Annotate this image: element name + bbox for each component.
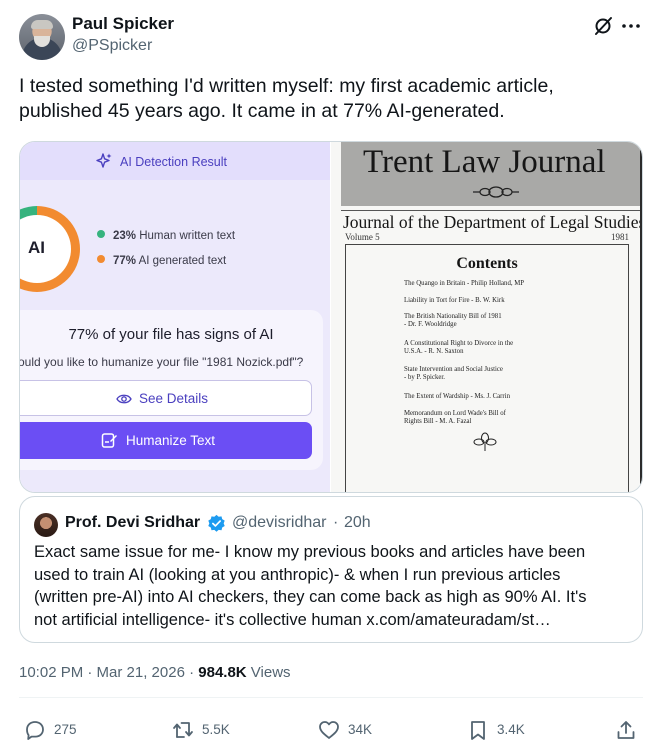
- tweet-media[interactable]: AI Detection Result AI 23% Human written…: [19, 141, 643, 493]
- contents-item-line: Liability in Tort for Fire - B. W. Kirk: [404, 297, 505, 304]
- scan-edge: [640, 142, 642, 492]
- masthead-ornament: [473, 186, 519, 198]
- quoted-author-handle: @devisridhar: [232, 514, 327, 531]
- ai-detection-screenshot[interactable]: AI Detection Result AI 23% Human written…: [20, 142, 330, 492]
- ai-detection-title: AI Detection Result: [120, 155, 227, 169]
- divider: [19, 697, 643, 698]
- contents-item: A Constitutional Right to Divorce in the…: [404, 340, 513, 356]
- legend-generated: 77% AI generated text: [97, 255, 226, 267]
- repost-count: 5.5K: [202, 722, 230, 737]
- tweet-timestamp[interactable]: 10:02 PM · Mar 21, 2026 ·: [19, 664, 198, 681]
- contents-item-line: A Constitutional Right to Divorce in the: [404, 340, 514, 347]
- journal-title: Trent Law Journal: [363, 144, 606, 180]
- contents-item-line: The Quango in Britain - Philip Holland, …: [404, 280, 525, 287]
- contents-item: Memorandum on Lord Wade's Bill of Rights…: [404, 410, 506, 426]
- quoted-timestamp: 20h: [344, 514, 371, 531]
- quoted-text: Exact same issue for me- I know my previ…: [34, 541, 634, 631]
- journal-rule: [341, 210, 641, 211]
- reply-icon: [26, 721, 44, 740]
- contents-item-line: The British Nationality Bill of 1981: [404, 313, 502, 320]
- legend-human-percent: 23%: [113, 230, 137, 242]
- sparkle-icon: [96, 153, 112, 168]
- contents-item-line: - Dr. F. Wooldridge: [404, 321, 457, 328]
- contents-item-line: U.S.A. - R. N. Saxton: [404, 348, 464, 355]
- contents-item: State Intervention and Social Justice - …: [404, 366, 503, 382]
- quoted-separator: ·: [333, 514, 339, 531]
- like-count: 34K: [348, 722, 373, 737]
- share-icon: [617, 721, 635, 739]
- legend-generated-percent: 77%: [113, 255, 137, 267]
- contents-ornament: [473, 432, 497, 451]
- quoted-author-name: Prof. Devi Sridhar: [65, 514, 201, 531]
- author-avatar[interactable]: [19, 14, 65, 60]
- quoted-author-avatar: [34, 513, 58, 537]
- contents-item-line: Memorandum on Lord Wade's Bill of: [404, 410, 506, 417]
- ring-label: AI: [28, 238, 45, 257]
- legend-human: 23% Human written text: [97, 230, 235, 242]
- see-details-label: See Details: [139, 391, 209, 406]
- result-title: 77% of your file has signs of AI: [68, 326, 274, 343]
- journal-volume: Volume 5: [345, 232, 380, 242]
- contents-item: The British Nationality Bill of 1981 - D…: [404, 313, 502, 329]
- quoted-text-line: not artificial intelligence- it's collec…: [34, 610, 551, 629]
- humanize-question: ould you like to humanize your file "198…: [20, 355, 304, 369]
- avatar-hair: [31, 20, 53, 29]
- contents-box: Contents The Quango in Britain - Philip …: [345, 244, 629, 492]
- eye-icon: [116, 394, 132, 404]
- quoted-text-line: Exact same issue for me- I know my previ…: [34, 543, 586, 561]
- author-handle[interactable]: @PSpicker: [72, 37, 152, 55]
- contents-item-line: The Extent of Wardship - Ms. J. Carrin: [404, 393, 510, 400]
- humanize-text-label: Humanize Text: [126, 433, 216, 448]
- heart-icon: [319, 721, 339, 739]
- legend-generated-label: AI generated text: [138, 255, 227, 267]
- views-label: Views: [246, 664, 291, 681]
- tweet-meta: 10:02 PM · Mar 21, 2026 · 984.8K Views: [19, 664, 291, 681]
- avatar-beard: [34, 36, 50, 47]
- repost-icon: [173, 722, 193, 738]
- journal-year: 1981: [611, 232, 629, 242]
- bookmark-count: 3.4K: [497, 722, 525, 737]
- more-options-icon[interactable]: [620, 15, 642, 37]
- author-display-name[interactable]: Paul Spicker: [72, 14, 174, 34]
- journal-subtitle: Journal of the Department of Legal Studi…: [343, 212, 643, 232]
- reply-count: 275: [54, 722, 77, 737]
- contents-item-line: Rights Bill - M. A. Fazal: [404, 418, 472, 425]
- contents-item: The Quango in Britain - Philip Holland, …: [404, 280, 524, 288]
- tweet-text-line: I tested something I'd written myself: m…: [19, 75, 554, 97]
- green-dot-icon: [97, 230, 105, 238]
- bookmark-icon: [471, 721, 485, 740]
- views-count: 984.8K: [198, 664, 247, 681]
- grok-icon[interactable]: [592, 15, 614, 37]
- humanize-text-button[interactable]: Humanize Text: [20, 422, 312, 459]
- journal-scan[interactable]: Trent Law Journal Journal of the Departm…: [331, 142, 643, 492]
- contents-heading: Contents: [456, 255, 518, 272]
- contents-item-line: State Intervention and Social Justice: [404, 366, 503, 373]
- quoted-text-line: used to train AI (looking at you anthrop…: [34, 565, 561, 584]
- contents-item: Liability in Tort for Fire - B. W. Kirk: [404, 297, 505, 305]
- contents-item: The Extent of Wardship - Ms. J. Carrin: [404, 393, 510, 401]
- edit-document-icon: [101, 433, 117, 448]
- contents-item-line: - by P. Spicker.: [404, 374, 445, 381]
- quoted-tweet[interactable]: Prof. Devi Sridhar @devisridhar · 20h Ex…: [19, 496, 643, 643]
- tweet-text-line: published 45 years ago. It came in at 77…: [19, 100, 505, 122]
- legend-human-label: Human written text: [139, 230, 236, 242]
- verified-badge-icon: [208, 514, 225, 532]
- tweet-text: I tested something I'd written myself: m…: [19, 74, 619, 124]
- see-details-button[interactable]: See Details: [20, 380, 312, 416]
- orange-dot-icon: [97, 255, 105, 263]
- quoted-text-line: (written pre-AI) into AI checkers, they …: [34, 588, 587, 606]
